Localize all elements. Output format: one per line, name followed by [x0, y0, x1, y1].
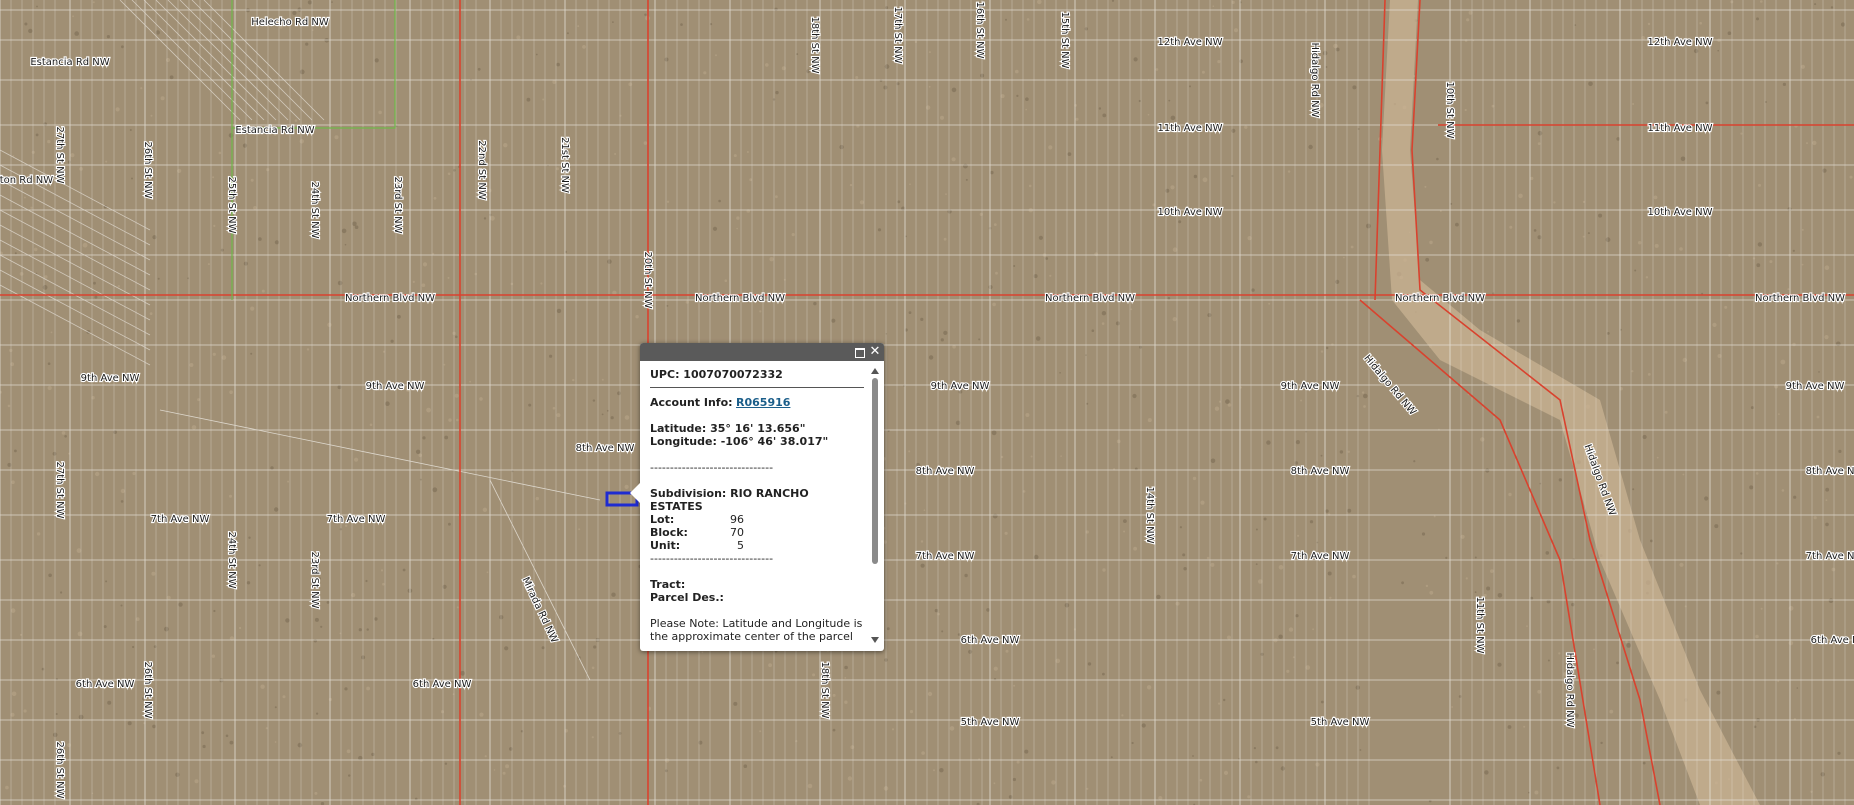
street-label: 21st St NW — [559, 137, 570, 193]
street-label: 27th St NW — [54, 127, 65, 184]
street-label: Estancia Rd NW — [30, 57, 109, 68]
lot-row: Lot: 96 — [650, 513, 864, 526]
scroll-thumb[interactable] — [872, 378, 878, 564]
popup-content: UPC: 1007070072332 Account Info: R065916… — [650, 368, 864, 643]
street-label: 7th Ave NW — [1291, 551, 1350, 562]
street-label: Hidalgo Rd NW — [1309, 42, 1320, 117]
street-label: 18th St NW — [819, 662, 830, 719]
street-label: 9th Ave NW — [931, 381, 990, 392]
street-label: 26th St NW — [54, 742, 65, 799]
street-label: 7th Ave NW — [151, 514, 210, 525]
street-label: 20th St NW — [642, 252, 653, 309]
street-label: Estancia Rd NW — [235, 125, 314, 136]
block-value: 70 — [730, 526, 744, 539]
street-label: 16th St NW — [974, 2, 985, 59]
street-label: 14th St NW — [1144, 487, 1155, 544]
street-label: 11th Ave NW — [1647, 123, 1712, 134]
street-label: 7th Ave NW — [916, 551, 975, 562]
street-label: Northern Blvd NW — [1395, 293, 1485, 304]
street-label: 10th Ave NW — [1157, 207, 1222, 218]
street-label: 5th Ave NW — [961, 717, 1020, 728]
street-label: 26th St NW — [142, 662, 153, 719]
street-label: 7th Ave NW — [327, 514, 386, 525]
longitude-line: Longitude: -106° 46' 38.017" — [650, 435, 829, 448]
street-label: 11th St NW — [1474, 597, 1485, 654]
latitude-line: Latitude: 35° 16' 13.656" — [650, 422, 806, 435]
upc-line: UPC: 1007070072332 — [650, 368, 783, 381]
street-label: Hidalgo Rd NW — [1564, 652, 1575, 727]
street-label: 15th St NW — [1059, 12, 1070, 69]
street-label: 22nd St NW — [476, 140, 487, 200]
account-row: Account Info: R065916 — [650, 396, 864, 409]
parcel-des-label: Parcel Des.: — [650, 591, 724, 604]
unit-label: Unit: — [650, 539, 681, 552]
scroll-up-icon[interactable] — [871, 368, 879, 374]
street-label: Northern Blvd NW — [1045, 293, 1135, 304]
street-label: Northern Blvd NW — [345, 293, 435, 304]
popup-pointer — [630, 483, 640, 503]
street-label: 26th St NW — [142, 142, 153, 199]
block-label: Block: — [650, 526, 688, 539]
street-label: 12th Ave NW — [1157, 37, 1222, 48]
unit-value: 5 — [737, 539, 744, 552]
popup-scrollbar[interactable] — [870, 368, 880, 643]
street-label: 24th St NW — [226, 532, 237, 589]
popup-titlebar: ✕ — [640, 343, 884, 361]
street-label: 27th St NW — [54, 462, 65, 519]
block-row: Block: 70 — [650, 526, 864, 539]
street-label: 9th Ave NW — [1786, 381, 1845, 392]
street-label: 8th Ave NW — [576, 443, 635, 454]
street-label: 9th Ave NW — [81, 373, 140, 384]
street-label: Northern Blvd NW — [1755, 293, 1845, 304]
street-label: 11th Ave NW — [1157, 123, 1222, 134]
popup-divider — [650, 387, 864, 388]
street-label: 8th Ave NW — [916, 466, 975, 477]
street-label: Northern Blvd NW — [695, 293, 785, 304]
street-label: 6th Ave NW — [1811, 635, 1854, 646]
account-label: Account Info: — [650, 396, 733, 409]
tract-label: Tract: — [650, 578, 686, 591]
street-label: 10th Ave NW — [1647, 207, 1712, 218]
street-label: 10th St NW — [1444, 82, 1455, 139]
street-label: 6th Ave NW — [961, 635, 1020, 646]
map-imagery[interactable]: Helecho Rd NW Estancia Rd NW Estancia Rd N… — [0, 0, 1854, 805]
street-label: 18th St NW — [809, 17, 820, 74]
parcel-info-popup: ✕ UPC: 1007070072332 Account Info: R0659… — [630, 343, 884, 651]
street-label: 24th St NW — [309, 182, 320, 239]
lot-value: 96 — [730, 513, 744, 526]
account-link[interactable]: R065916 — [736, 396, 790, 409]
street-label: 9th Ave NW — [366, 381, 425, 392]
subdivision-line: Subdivision: RIO RANCHO ESTATES — [650, 487, 809, 513]
street-label: 6th Ave NW — [76, 679, 135, 690]
street-label: 23rd St NW — [309, 551, 320, 608]
street-label: 8th Ave NW — [1806, 466, 1854, 477]
street-label: 8th Ave NW — [1291, 466, 1350, 477]
street-label: 7th Ave NW — [1806, 551, 1854, 562]
lot-label: Lot: — [650, 513, 675, 526]
map-canvas[interactable]: Helecho Rd NW Estancia Rd NW Estancia Rd N… — [0, 0, 1854, 805]
street-label: 5th Ave NW — [1311, 717, 1370, 728]
street-label: 6th Ave NW — [413, 679, 472, 690]
separator-line: ------------------------------- — [650, 461, 774, 474]
street-label: 17th St NW — [892, 7, 903, 64]
street-label: 25th St NW — [226, 177, 237, 234]
unit-row: Unit: 5 — [650, 539, 864, 552]
street-label: 9th Ave NW — [1281, 381, 1340, 392]
street-label: Helecho Rd NW — [251, 17, 329, 28]
scroll-down-icon[interactable] — [871, 637, 879, 643]
street-label: 23rd St NW — [392, 176, 403, 233]
maximize-icon[interactable] — [852, 345, 866, 359]
close-icon[interactable]: ✕ — [868, 345, 882, 359]
coordinate-note: Please Note: Latitude and Longitude is t… — [650, 617, 863, 643]
street-label: Raton Rd NW — [0, 175, 53, 186]
street-label: 12th Ave NW — [1647, 37, 1712, 48]
separator-line: ------------------------------- — [650, 552, 774, 565]
